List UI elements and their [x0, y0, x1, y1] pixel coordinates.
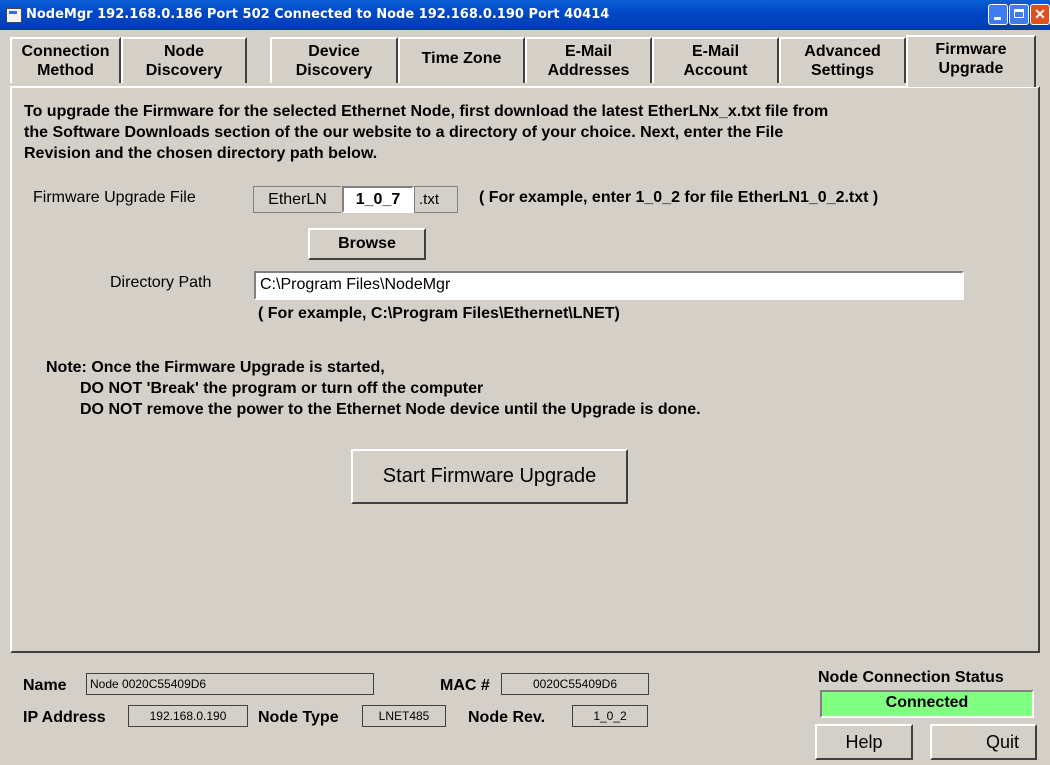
- close-icon[interactable]: ✕: [1030, 4, 1050, 25]
- tab-label: Settings: [810, 62, 875, 79]
- mac-value: 0020C55409D6: [501, 673, 649, 695]
- tab-label: Firmware: [935, 41, 1007, 58]
- name-value: Node 0020C55409D6: [86, 673, 374, 695]
- node-rev-label: Node Rev.: [468, 709, 546, 726]
- tab-label: Upgrade: [938, 60, 1004, 77]
- quit-button[interactable]: Quit: [930, 724, 1037, 760]
- tab-label: Time Zone: [421, 50, 502, 67]
- maximize-icon[interactable]: [1009, 4, 1029, 25]
- tab-time-zone[interactable]: Time Zone: [398, 37, 525, 83]
- name-label: Name: [23, 677, 67, 694]
- browse-button[interactable]: Browse: [308, 228, 426, 260]
- tab-label: Account: [683, 62, 748, 79]
- intro-text-line: the Software Downloads section of the ou…: [24, 124, 784, 141]
- revision-input[interactable]: 1_0_7: [342, 186, 414, 213]
- node-manager-window: NodeMgr 192.168.0.186 Port 502 Connected…: [0, 0, 1050, 765]
- path-example-text: ( For example, C:\Program Files\Ethernet…: [258, 305, 620, 322]
- ip-address-label: IP Address: [23, 709, 106, 726]
- tab-label: Advanced: [804, 43, 881, 60]
- tab-label: Discovery: [145, 62, 223, 79]
- note-warning-text: DO NOT 'Break' the program or turn off t…: [80, 380, 484, 397]
- tab-connection-method[interactable]: Connection Method: [10, 37, 121, 83]
- tab-email-addresses[interactable]: E-Mail Addresses: [525, 37, 652, 83]
- window-title: NodeMgr 192.168.0.186 Port 502 Connected…: [26, 7, 610, 22]
- connection-status-label: Node Connection Status: [818, 669, 1004, 686]
- intro-text-line: To upgrade the Firmware for the selected…: [24, 103, 829, 120]
- intro-text-line: Revision and the chosen directory path b…: [24, 145, 378, 162]
- mac-label: MAC #: [440, 677, 490, 694]
- tab-email-account[interactable]: E-Mail Account: [652, 37, 779, 83]
- tab-label: Node: [164, 43, 204, 60]
- tab-firmware-upgrade[interactable]: Firmware Upgrade: [906, 35, 1036, 87]
- tab-node-discovery[interactable]: Node Discovery: [121, 37, 247, 83]
- tab-label: Discovery: [295, 62, 373, 79]
- tab-label: E-Mail: [564, 43, 613, 60]
- minimize-icon[interactable]: [988, 4, 1008, 25]
- node-rev-value: 1_0_2: [572, 705, 648, 727]
- note-warning-text: DO NOT remove the power to the Ethernet …: [80, 401, 701, 418]
- file-example-text: ( For example, enter 1_0_2 for file Ethe…: [479, 189, 879, 206]
- tab-label: E-Mail: [691, 43, 740, 60]
- start-firmware-upgrade-button[interactable]: Start Firmware Upgrade: [351, 449, 628, 504]
- connection-status-indicator: Connected: [820, 690, 1034, 718]
- file-suffix-label: .txt: [414, 186, 458, 213]
- file-prefix-label: EtherLN: [253, 186, 341, 213]
- tab-label: Method: [37, 62, 94, 79]
- node-type-value: LNET485: [362, 705, 446, 727]
- title-bar[interactable]: NodeMgr 192.168.0.186 Port 502 Connected…: [0, 0, 1050, 30]
- note-text: Note: Once the Firmware Upgrade is start…: [46, 359, 385, 376]
- tab-label: Device: [308, 43, 360, 60]
- firmware-file-label: Firmware Upgrade File: [33, 189, 196, 206]
- node-type-label: Node Type: [258, 709, 339, 726]
- tab-device-discovery[interactable]: Device Discovery: [270, 37, 398, 83]
- directory-path-input[interactable]: C:\Program Files\NodeMgr: [254, 271, 964, 300]
- tab-advanced-settings[interactable]: Advanced Settings: [779, 37, 906, 83]
- tab-label: Addresses: [547, 62, 630, 79]
- ip-address-value: 192.168.0.190: [128, 705, 248, 727]
- tab-label: Connection: [21, 43, 110, 60]
- help-button[interactable]: Help: [815, 724, 913, 760]
- tab-strip: Connection Method Node Discovery Device …: [10, 35, 1040, 87]
- directory-path-label: Directory Path: [110, 274, 212, 291]
- app-icon: [6, 8, 22, 23]
